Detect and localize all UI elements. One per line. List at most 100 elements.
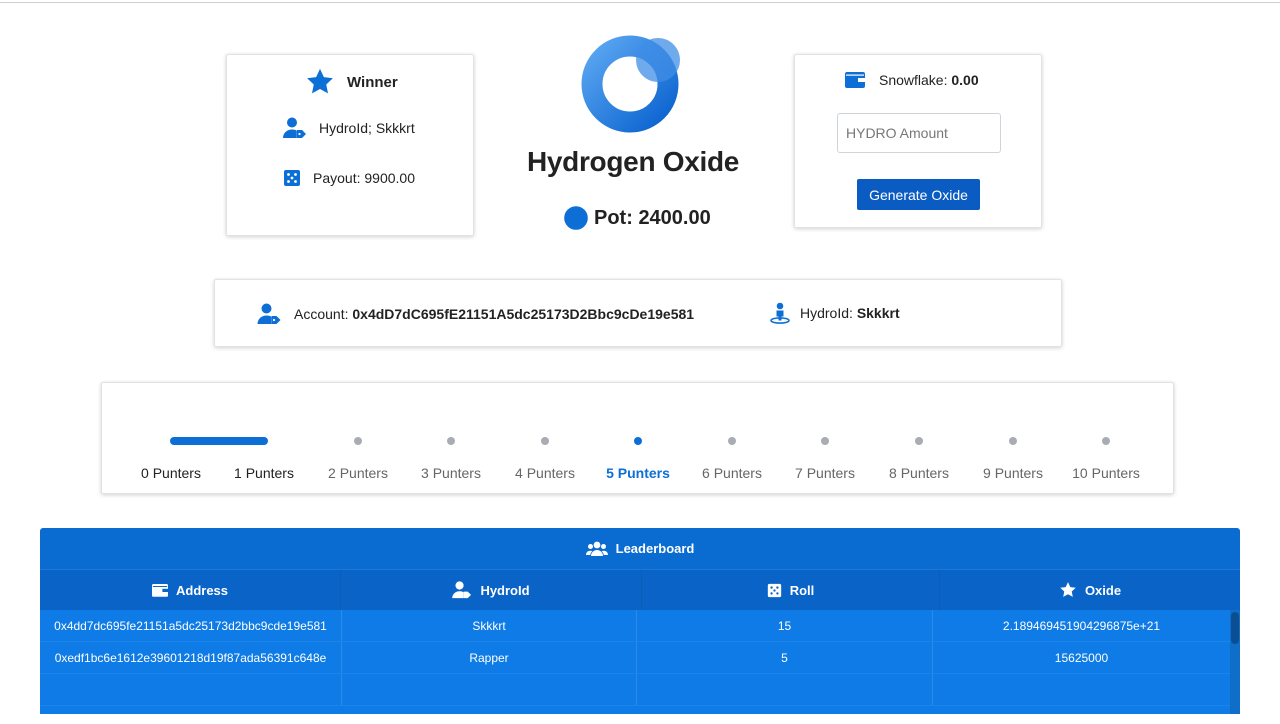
step-label: 4 Punters [515, 465, 575, 481]
cell-hydroid: Skkkrt [342, 610, 637, 641]
step-0-punters[interactable]: 0 Punters [124, 383, 218, 495]
water-drop-icon [564, 206, 588, 230]
leaderboard-table: Leaderboard Address HydroId Roll Oxide 0… [40, 528, 1240, 714]
column-label: Roll [789, 582, 815, 598]
table-scrollbar-thumb[interactable] [1231, 612, 1239, 644]
snowflake-card: Snowflake: 0.00 Generate Oxide [794, 54, 1042, 228]
winner-hydroid-row: HydroId; Skkkrt [283, 117, 415, 139]
generate-oxide-button[interactable]: Generate Oxide [857, 179, 980, 210]
pot-value: 2400.00 [638, 206, 711, 229]
star-icon [307, 68, 333, 94]
pot-label: Pot: [594, 206, 639, 229]
step-label: 3 Punters [421, 465, 481, 481]
step-6-punters[interactable]: 6 Punters [685, 383, 779, 495]
snowflake-balance: Snowflake: 0.00 [845, 71, 979, 88]
account-card: Account: 0x4dD7dC695fE21151A5dc25173D2Bb… [214, 279, 1062, 347]
step-dot [447, 437, 455, 445]
account-hydroid-row: HydroId: Skkkrt [770, 302, 900, 324]
cell-address [40, 674, 342, 705]
step-label: 6 Punters [702, 465, 762, 481]
step-4-punters[interactable]: 4 Punters [498, 383, 592, 495]
step-label: 8 Punters [889, 465, 949, 481]
winner-heading: Winner [305, 67, 398, 97]
leaderboard-body: 0x4dd7dc695fe21151a5dc25173d2bbc9cde19e5… [40, 610, 1230, 714]
account-label: Account: [294, 306, 353, 322]
step-label: 0 Punters [141, 465, 201, 481]
column-header-hydroid[interactable]: HydroId [341, 570, 642, 610]
step-label: 7 Punters [795, 465, 855, 481]
leaderboard-title-text: Leaderboard [615, 541, 695, 556]
step-label: 2 Punters [328, 465, 388, 481]
step-1-punters[interactable]: 1 Punters [217, 383, 311, 495]
dice-icon [284, 170, 300, 186]
winner-payout-label: Payout: [313, 170, 365, 186]
dice-icon [767, 583, 781, 597]
wallet-icon [845, 72, 865, 88]
user-tag-icon [283, 117, 306, 138]
cell-roll [637, 674, 933, 705]
cell-hydroid [342, 674, 637, 705]
cell-roll: 5 [637, 642, 933, 673]
step-label: 5 Punters [606, 465, 670, 481]
step-dot [728, 437, 736, 445]
cell-oxide: 15625000 [1054, 650, 1109, 665]
step-dot [541, 437, 549, 445]
step-8-punters[interactable]: 8 Punters [872, 383, 966, 495]
cell-address: 0x4dd7dc695fe21151a5dc25173d2bbc9cde19e5… [40, 610, 342, 641]
account-address: 0x4dD7dC695fE21151A5dc25173D2Bbc9cDe19e5… [352, 306, 695, 322]
step-dot [1009, 437, 1017, 445]
column-label: HydroId [480, 582, 530, 598]
cell-hydroid: Rapper [342, 642, 637, 673]
winner-payout-row: Payout: 9900.00 [283, 169, 415, 187]
table-row[interactable]: 0xedf1bc6e1612e39601218d19f87ada56391c64… [40, 642, 1230, 674]
winner-payout-value: 9900.00 [364, 170, 415, 186]
step-dot [1102, 437, 1110, 445]
step-9-punters[interactable]: 9 Punters [966, 383, 1060, 495]
user-tag-icon [257, 303, 281, 324]
leaderboard-title: Leaderboard [40, 528, 1240, 570]
hydro-ring-logo [581, 35, 680, 133]
column-label: Address [175, 582, 229, 598]
winner-card: Winner HydroId; Skkkrt Payout: 9900.00 [226, 54, 474, 236]
user-tag-icon [452, 581, 472, 599]
winner-hydroid-label: HydroId; [319, 120, 376, 136]
pot-display: Pot: 2400.00 [564, 206, 711, 230]
column-header-roll[interactable]: Roll [642, 570, 940, 610]
snowflake-label: Snowflake: [879, 71, 952, 88]
punters-stepper: 0 Punters 1 Punters 2 Punters 3 Punters … [101, 382, 1174, 494]
cell-oxide: 2.189469451904296875e+21 [1002, 618, 1161, 633]
step-label: 1 Punters [234, 465, 294, 481]
step-10-punters[interactable]: 10 Punters [1059, 383, 1153, 495]
account-hydroid-label: HydroId: [800, 305, 857, 321]
column-header-address[interactable]: Address [40, 570, 341, 610]
winner-hydroid-value: Skkkrt [375, 120, 415, 136]
step-3-punters[interactable]: 3 Punters [404, 383, 498, 495]
step-5-punters[interactable]: 5 Punters [591, 383, 685, 495]
column-label: Oxide [1084, 582, 1122, 598]
cell-roll: 15 [637, 610, 933, 641]
star-icon [1060, 582, 1076, 597]
leaderboard-header-row: Address HydroId Roll Oxide [40, 570, 1240, 610]
step-label: 9 Punters [983, 465, 1043, 481]
cell-address: 0xedf1bc6e1612e39601218d19f87ada56391c64… [40, 642, 342, 673]
person-pin-icon [770, 302, 790, 324]
snowflake-value: 0.00 [951, 71, 979, 88]
step-label: 10 Punters [1072, 465, 1140, 481]
wallet-icon [151, 584, 168, 597]
winner-title: Winner [347, 73, 398, 91]
step-7-punters[interactable]: 7 Punters [778, 383, 872, 495]
step-2-punters[interactable]: 2 Punters [311, 383, 405, 495]
step-dot [915, 437, 923, 445]
account-hydroid-value: Skkkrt [856, 305, 900, 321]
top-divider [0, 2, 1280, 3]
account-row: Account: 0x4dD7dC695fE21151A5dc25173D2Bb… [257, 303, 694, 325]
step-dot [354, 437, 362, 445]
hydro-amount-input[interactable] [837, 113, 1001, 153]
app-title: Hydrogen Oxide [526, 146, 740, 177]
users-icon [585, 541, 608, 556]
step-dot [821, 437, 829, 445]
column-header-oxide[interactable]: Oxide [940, 570, 1240, 610]
step-dot [634, 437, 642, 445]
table-row[interactable] [40, 674, 1230, 706]
table-row[interactable]: 0x4dd7dc695fe21151a5dc25173d2bbc9cde19e5… [40, 610, 1230, 642]
